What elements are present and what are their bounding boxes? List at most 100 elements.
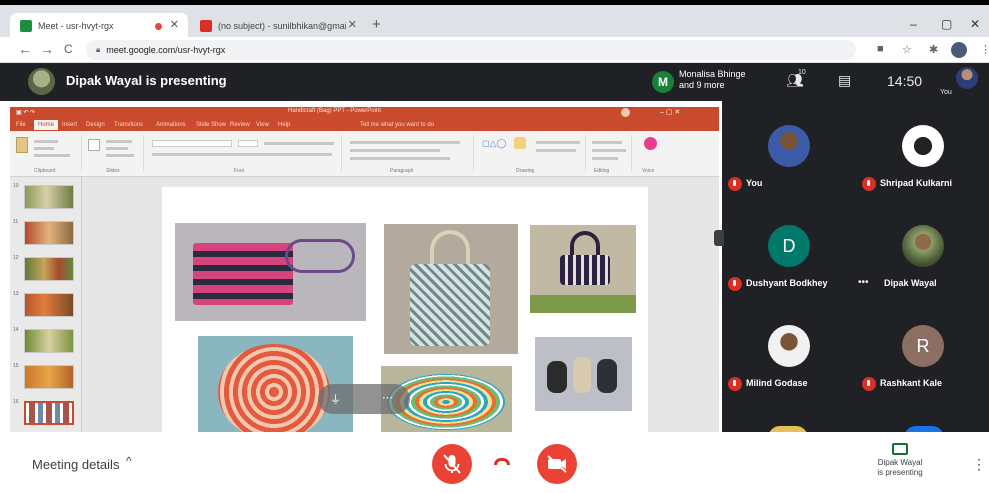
powerpoint-titlebar: ▣ ↶ ↷ Handicraft (Bag) PPT - PowerPoint … xyxy=(10,107,719,119)
participant-name: Rashkant Kale xyxy=(880,378,943,388)
save-icon: ▣ ↶ ↷ xyxy=(16,110,36,116)
forward-button[interactable]: → xyxy=(40,41,54,57)
menu-slideshow: Slide Show xyxy=(196,122,227,128)
new-tab-button[interactable]: + xyxy=(372,16,381,33)
presentation-stage: ▣ ↶ ↷ Handicraft (Bag) PPT - PowerPoint … xyxy=(0,101,722,432)
ribbon-label: Slides xyxy=(106,168,120,174)
powerpoint-ribbon: Clipboard Slides Font Paragraph ◻△◯ Draw… xyxy=(10,131,719,177)
menu-view: View xyxy=(256,122,269,128)
menu-home: Home xyxy=(34,120,59,130)
slide-thumbnail xyxy=(24,185,74,209)
dictate-icon xyxy=(644,137,657,150)
participant-avatar: D xyxy=(768,225,810,267)
kebab-icon[interactable]: ⋮ xyxy=(980,43,989,56)
tab-meet[interactable]: Meet - usr-hvyt-rgx ✕ xyxy=(10,13,188,39)
ribbon-group-editing: Editing xyxy=(588,135,632,174)
ribbon-label: Drawing xyxy=(516,168,535,174)
crochet-tote-photo xyxy=(384,224,518,354)
screen: Meet - usr-hvyt-rgx ✕ (no subject) - sun… xyxy=(0,0,989,493)
small-handbag-photo xyxy=(530,225,636,313)
close-window-button[interactable]: ✕ xyxy=(970,17,980,31)
menu-tell-me: Tell me what you want to do xyxy=(360,122,435,128)
people-count: 10 xyxy=(798,69,806,76)
camera-toggle-button[interactable] xyxy=(537,444,577,484)
participant-avatar: R xyxy=(902,325,944,367)
mic-off-icon xyxy=(443,454,461,474)
profile-avatar[interactable] xyxy=(951,42,967,58)
minimize-button[interactable]: – xyxy=(910,17,917,31)
tab-title: Meet - usr-hvyt-rgx xyxy=(38,21,114,31)
address-bar[interactable]: 🔒︎ meet.google.com/usr-hvyt-rgx xyxy=(86,40,856,60)
account-avatar xyxy=(621,108,630,117)
tab-gmail[interactable]: (no subject) - sunilbhikan@gmail.com ✕ xyxy=(190,13,366,39)
more-options-button[interactable]: ⋮ xyxy=(972,456,986,473)
participant-avatar xyxy=(902,225,944,267)
ribbon-group-font: Font xyxy=(146,135,342,174)
menu-insert: Insert xyxy=(62,122,78,128)
slide-thumbnails: 10 11 12 13 14 15 16 xyxy=(10,177,82,432)
reload-button[interactable]: C xyxy=(64,42,73,56)
meet-favicon-icon xyxy=(20,20,32,32)
menu-animations: Animations xyxy=(156,122,186,128)
slide-thumbnail xyxy=(24,221,74,245)
others-text-line1: Monalisa Bhinge xyxy=(679,69,746,79)
meet-header: Dipak Wayal is presenting M Monalisa Bhi… xyxy=(0,63,989,101)
tab-strip: Meet - usr-hvyt-rgx ✕ (no subject) - sun… xyxy=(0,5,989,39)
meeting-details-button[interactable]: Meeting details xyxy=(32,457,119,472)
menu-file: File xyxy=(16,122,26,128)
participant-avatar xyxy=(768,125,810,167)
participant-tile[interactable]: Shripad Kulkarni xyxy=(856,101,989,201)
close-tab-icon[interactable]: ✕ xyxy=(348,18,357,31)
participant-name: Dipak Wayal xyxy=(884,278,937,288)
mic-icon[interactable]: ⏚ xyxy=(330,391,341,407)
lock-icon: 🔒︎ xyxy=(96,45,101,54)
ribbon-group-slides: Slides xyxy=(84,135,144,174)
slide-number: 10 xyxy=(13,183,19,189)
ribbon-label: Clipboard xyxy=(34,168,56,174)
participant-name: Dushyant Bodkhey xyxy=(746,278,828,288)
camera-off-icon[interactable]: ■ xyxy=(877,43,884,55)
meeting-controls-bar: Meeting details ^ Dipak Wayal is present… xyxy=(0,432,989,493)
puzzle-icon[interactable]: ✱ xyxy=(929,43,938,56)
ppt-window-controls-icon: – ▢ ✕ xyxy=(660,109,681,116)
ribbon-label: Editing xyxy=(594,168,610,174)
presenting-card[interactable]: Dipak Wayal is presenting xyxy=(864,443,936,489)
maximize-button[interactable]: ▢ xyxy=(941,17,952,31)
slide-number: 13 xyxy=(13,291,19,297)
ribbon-label: Font xyxy=(234,168,245,174)
ribbon-group-clipboard: Clipboard xyxy=(12,135,82,174)
mic-muted-icon xyxy=(728,377,742,391)
more-options-icon[interactable]: ••• xyxy=(858,277,869,288)
participant-tile[interactable]: You xyxy=(722,101,855,201)
participant-tile[interactable]: Milind Godase xyxy=(722,301,855,401)
mic-toggle-button[interactable] xyxy=(432,444,472,484)
others-text: Monalisa Bhinge and 9 more xyxy=(679,69,746,91)
participant-tile[interactable]: R Rashkant Kale xyxy=(856,301,989,401)
self-avatar[interactable] xyxy=(956,67,978,89)
hang-up-button[interactable] xyxy=(494,458,510,465)
chevron-up-icon[interactable]: ^ xyxy=(126,454,132,468)
menu-help: Help xyxy=(278,122,291,128)
mic-muted-icon xyxy=(728,277,742,291)
new-slide-icon xyxy=(88,139,100,151)
participant-avatar xyxy=(902,125,944,167)
slide-thumbnail xyxy=(24,329,74,353)
others-avatar: M xyxy=(652,71,674,93)
slide-thumbnail xyxy=(24,257,74,281)
close-tab-icon[interactable]: ✕ xyxy=(170,18,179,31)
ribbon-group-paragraph: Paragraph xyxy=(344,135,474,174)
slide-number: 14 xyxy=(13,327,19,333)
back-button[interactable]: ← xyxy=(18,41,32,57)
presentation-overlay-controls[interactable]: ⏚ ⋯ xyxy=(318,384,410,414)
striped-bag-photo xyxy=(175,223,366,321)
star-icon[interactable]: ☆ xyxy=(902,43,912,56)
gmail-favicon-icon xyxy=(200,20,212,32)
participant-tile[interactable]: ••• Dipak Wayal xyxy=(856,201,989,301)
participant-tile[interactable]: D Dushyant Bodkhey xyxy=(722,201,855,301)
ribbon-group-drawing: ◻△◯ Drawing xyxy=(476,135,586,174)
panel-collapse-handle[interactable] xyxy=(714,230,724,246)
chat-icon[interactable]: ▤ xyxy=(838,72,851,89)
more-icon[interactable]: ⋯ xyxy=(382,391,393,404)
presenter-text: Dipak Wayal is presenting xyxy=(66,73,227,88)
participant-name: You xyxy=(746,178,763,188)
